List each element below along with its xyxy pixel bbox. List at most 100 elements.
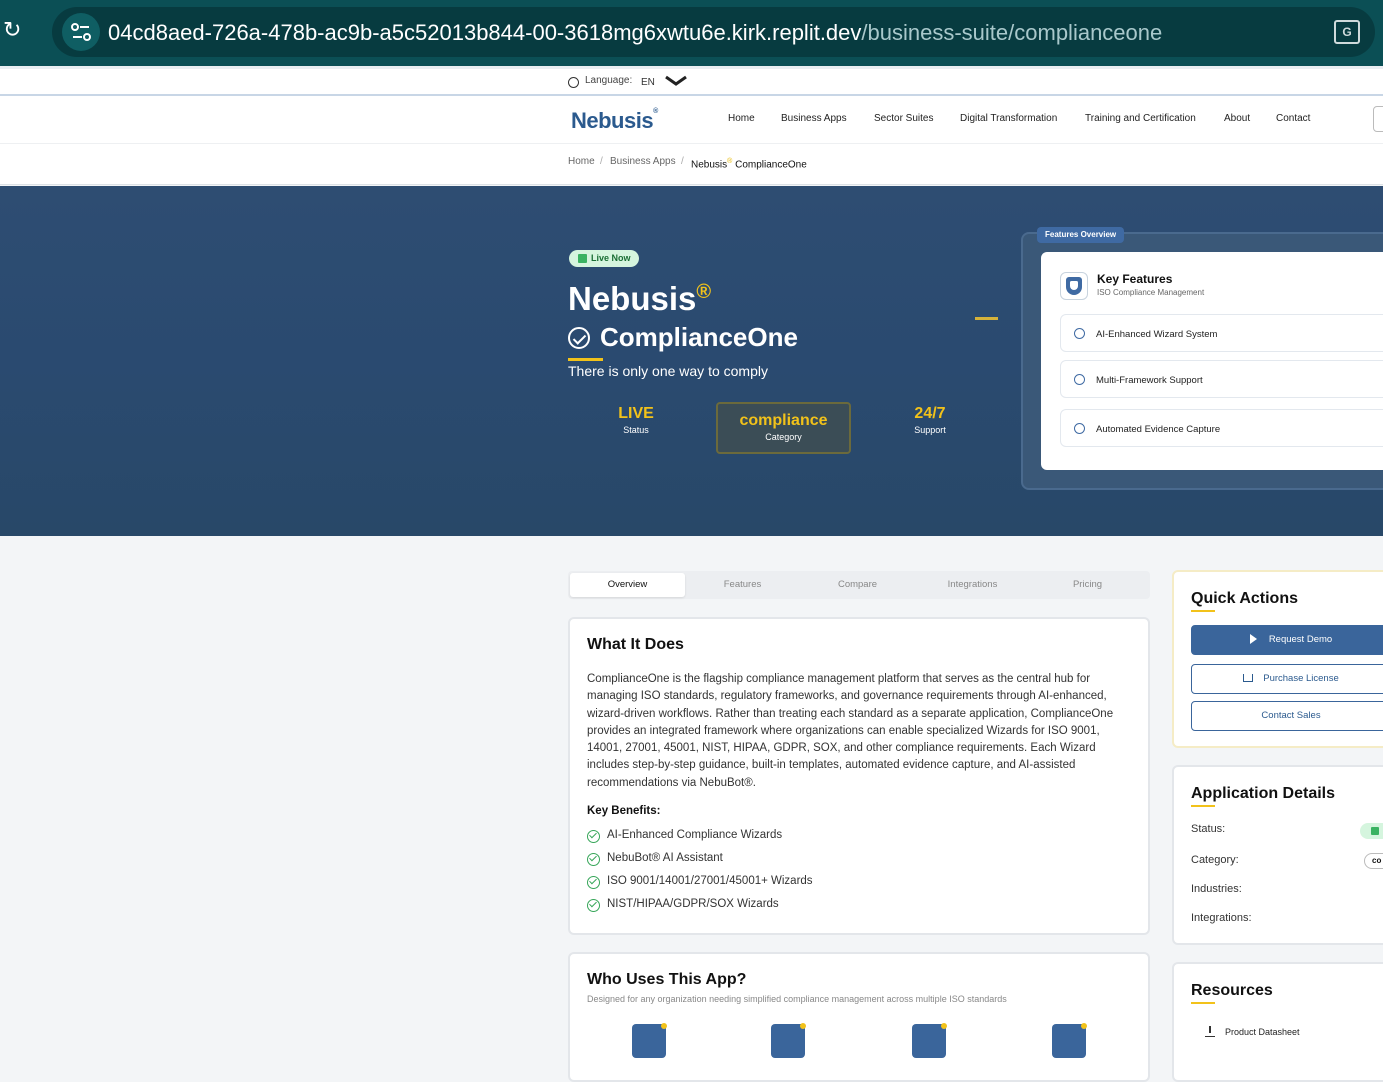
purchase-license-button[interactable]: Purchase License (1191, 664, 1383, 694)
key-features-subtitle: ISO Compliance Management (1097, 288, 1205, 297)
persona-icon (632, 1023, 667, 1058)
nav-sector-suites[interactable]: Sector Suites (874, 113, 933, 124)
nav-home[interactable]: Home (728, 113, 755, 124)
breadcrumb-separator: / (681, 156, 684, 167)
stat-label: Support (914, 425, 946, 435)
stat-label: Status (623, 425, 649, 435)
breadcrumb-current-suffix: ComplianceOne (732, 159, 807, 171)
tab-compare[interactable]: Compare (800, 573, 915, 597)
breadcrumb-current-prefix: Nebusis (691, 159, 728, 171)
title-underline (568, 358, 603, 361)
check-circle-icon (587, 876, 600, 889)
features-overview-panel: Features Overview Key Features ISO Compl… (1021, 227, 1383, 490)
stat-value: LIVE (618, 405, 654, 422)
nav-contact[interactable]: Contact (1276, 113, 1310, 124)
what-it-does-title: What It Does (587, 636, 684, 653)
key-benefits-title: Key Benefits: (587, 805, 661, 817)
address-bar[interactable]: 04cd8aed-726a-478b-ac9b-a5c52013b844-00-… (52, 7, 1375, 57)
stat-label: Category (765, 432, 802, 442)
benefit-item: ISO 9001/14001/27001/45001+ Wizards (587, 875, 813, 889)
check-circle-icon (568, 327, 590, 349)
contact-sales-button[interactable]: Contact Sales (1191, 701, 1383, 731)
stat-value: 24/7 (914, 405, 946, 422)
breadcrumb-home[interactable]: Home (568, 156, 595, 167)
language-label: Language: (585, 75, 633, 86)
status-label: Status: (1191, 823, 1226, 835)
benefit-item: NIST/HIPAA/GDPR/SOX Wizards (587, 898, 779, 912)
product-name: ComplianceOne (568, 322, 798, 353)
nav-digital-transformation[interactable]: Digital Transformation (960, 113, 1057, 124)
logo-text: Nebusis (571, 108, 654, 133)
live-badge: Live Now (569, 250, 639, 267)
language-select[interactable]: EN (641, 77, 655, 88)
breadcrumb-separator: / (600, 156, 603, 167)
benefit-label: AI-Enhanced Compliance Wizards (607, 829, 783, 841)
who-uses-card: Who Uses This App? Designed for any orga… (568, 952, 1150, 1082)
tab-integrations[interactable]: Integrations (915, 573, 1030, 597)
play-icon (1249, 634, 1257, 645)
persona-icon (912, 1023, 947, 1058)
stat-value: compliance (739, 412, 828, 429)
application-details-title: Application Details (1191, 785, 1336, 802)
category-badge: co (1364, 853, 1383, 869)
shield-icon (1060, 272, 1088, 300)
hero-section: Live Now Nebusis® ComplianceOne There is… (0, 186, 1383, 536)
feature-item: Multi-Framework Support (1060, 360, 1383, 398)
features-overview-tag: Features Overview (1037, 227, 1125, 243)
what-it-does-card: What It Does ComplianceOne is the flagsh… (568, 617, 1150, 935)
check-circle-icon (1074, 423, 1085, 434)
translate-icon[interactable]: G (1334, 20, 1360, 44)
feature-item: AI-Enhanced Wizard System (1060, 314, 1383, 352)
url-host: 04cd8aed-726a-478b-ac9b-a5c52013b844-00-… (108, 20, 862, 45)
tagline: There is only one way to comply (568, 363, 768, 379)
url-text[interactable]: 04cd8aed-726a-478b-ac9b-a5c52013b844-00-… (108, 20, 1162, 46)
who-uses-title: Who Uses This App? (587, 971, 747, 988)
feature-item: Automated Evidence Capture (1060, 409, 1383, 447)
page-title-mark: ® (696, 281, 712, 303)
nav-action-button[interactable] (1373, 106, 1383, 132)
breadcrumb-current: Nebusis® ComplianceOne (691, 158, 807, 170)
tab-pricing[interactable]: Pricing (1030, 573, 1145, 597)
content-tabs: Overview Features Compare Integrations P… (568, 571, 1150, 599)
persona-icon (771, 1023, 806, 1058)
stat-status: LIVE Status (566, 405, 706, 435)
page-title: Nebusis® (568, 280, 711, 318)
check-circle-icon (1074, 374, 1085, 385)
download-icon (1205, 1026, 1215, 1037)
live-badge-label: Live Now (591, 253, 631, 263)
check-circle-icon (587, 830, 600, 843)
check-circle-icon (587, 899, 600, 912)
resources-card: Resources Product Datasheet (1172, 962, 1383, 1082)
tab-features[interactable]: Features (685, 573, 800, 597)
application-details-card: Application Details Status: Category: co… (1172, 765, 1383, 945)
feature-item-label: Multi-Framework Support (1096, 375, 1203, 386)
quick-actions-card: Quick Actions Request Demo Purchase Lice… (1172, 570, 1383, 748)
request-demo-button[interactable]: Request Demo (1191, 625, 1383, 655)
breadcrumb-business-apps[interactable]: Business Apps (610, 156, 676, 167)
key-features-card: Key Features ISO Compliance Management A… (1041, 252, 1383, 470)
feature-item-label: AI-Enhanced Wizard System (1096, 329, 1218, 340)
status-badge (1360, 823, 1383, 839)
check-circle-icon (587, 853, 600, 866)
product-name-text: ComplianceOne (600, 322, 798, 352)
nav-business-apps[interactable]: Business Apps (781, 113, 847, 124)
chevron-down-icon[interactable] (664, 71, 688, 89)
benefit-label: NIST/HIPAA/GDPR/SOX Wizards (607, 898, 779, 910)
reload-icon[interactable]: ↻ (3, 20, 25, 42)
industries-label: Industries: (1191, 883, 1242, 895)
tab-overview[interactable]: Overview (570, 573, 685, 597)
resource-item[interactable]: Product Datasheet (1174, 1026, 1300, 1037)
nav-about[interactable]: About (1224, 113, 1250, 124)
site-settings-icon[interactable] (62, 13, 100, 51)
request-demo-label: Request Demo (1268, 634, 1333, 645)
main-navigation: Nebusis® Home Business Apps Sector Suite… (0, 96, 1383, 144)
breadcrumb: Home / Business Apps / Nebusis® Complian… (0, 144, 1383, 185)
title-underline (1191, 805, 1215, 807)
benefit-label: NebuBot® AI Assistant (607, 852, 723, 864)
logo[interactable]: Nebusis® (571, 108, 658, 134)
nav-training[interactable]: Training and Certification (1085, 113, 1196, 124)
globe-icon (568, 77, 579, 88)
feature-item-label: Automated Evidence Capture (1096, 424, 1221, 435)
logo-mark: ® (653, 108, 658, 115)
category-label: Category: (1191, 854, 1239, 866)
